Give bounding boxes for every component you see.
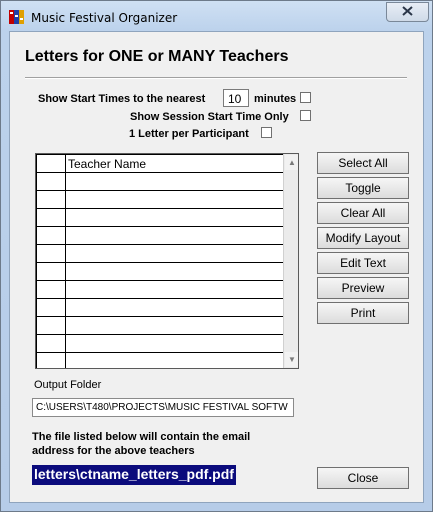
row-selector[interactable] — [36, 298, 66, 317]
teacher-name-cell[interactable] — [65, 298, 285, 317]
one-letter-per-participant-label: 1 Letter per Participant — [129, 128, 249, 140]
start-times-minutes-input[interactable]: 10 — [223, 89, 249, 107]
row-selector[interactable] — [36, 190, 66, 209]
row-selector[interactable] — [36, 226, 66, 245]
output-folder-label: Output Folder — [34, 379, 102, 391]
print-button[interactable]: Print — [317, 302, 409, 324]
output-folder-field[interactable]: C:\USERS\T480\PROJECTS\MUSIC FESTIVAL SO… — [32, 398, 294, 417]
teacher-grid[interactable]: Teacher Name ▲ ▼ — [35, 153, 299, 369]
teacher-name-cell[interactable] — [65, 352, 285, 368]
teacher-name-cell[interactable] — [65, 172, 285, 191]
session-start-only-checkbox[interactable] — [300, 110, 311, 121]
row-selector[interactable] — [36, 208, 66, 227]
title-bar[interactable]: Music Festival Organizer — [1, 1, 432, 31]
row-selector[interactable] — [36, 244, 66, 263]
grid-vertical-scrollbar[interactable]: ▲ ▼ — [283, 154, 298, 368]
start-times-checkbox[interactable] — [300, 92, 311, 103]
select-all-button[interactable]: Select All — [317, 152, 409, 174]
teacher-name-cell[interactable] — [65, 316, 285, 335]
row-selector[interactable] — [36, 262, 66, 281]
table-row[interactable] — [36, 244, 285, 263]
app-icon — [9, 9, 26, 25]
table-row[interactable] — [36, 226, 285, 245]
scroll-up-arrow-icon[interactable]: ▲ — [285, 155, 298, 170]
table-row[interactable] — [36, 208, 285, 227]
teacher-name-cell[interactable] — [65, 244, 285, 263]
table-row[interactable] — [36, 352, 285, 368]
scroll-down-arrow-icon[interactable]: ▼ — [285, 352, 298, 367]
table-row[interactable] — [36, 172, 285, 191]
divider — [25, 77, 407, 79]
teacher-name-cell[interactable] — [65, 226, 285, 245]
toggle-button[interactable]: Toggle — [317, 177, 409, 199]
row-selector[interactable] — [36, 334, 66, 353]
window-title: Music Festival Organizer — [31, 11, 178, 25]
table-header-row: Teacher Name — [36, 154, 285, 173]
row-selector[interactable] — [36, 316, 66, 335]
teacher-name-cell[interactable] — [65, 280, 285, 299]
table-header-select — [36, 154, 66, 173]
row-selector[interactable] — [36, 172, 66, 191]
table-row[interactable] — [36, 262, 285, 281]
teacher-name-cell[interactable] — [65, 208, 285, 227]
close-icon — [402, 5, 413, 19]
page-title: Letters for ONE or MANY Teachers — [25, 48, 289, 65]
table-row[interactable] — [36, 316, 285, 335]
one-letter-per-participant-checkbox[interactable] — [261, 127, 272, 138]
close-button[interactable]: Close — [317, 467, 409, 489]
clear-all-button[interactable]: Clear All — [317, 202, 409, 224]
session-start-only-label: Show Session Start Time Only — [130, 111, 289, 123]
teacher-name-cell[interactable] — [65, 334, 285, 353]
table-row[interactable] — [36, 280, 285, 299]
teacher-table: Teacher Name — [36, 154, 285, 368]
teacher-name-cell[interactable] — [65, 262, 285, 281]
email-output-filename[interactable]: letters\ctname_letters_pdf.pdf — [32, 465, 236, 485]
start-times-label: Show Start Times to the nearest — [38, 93, 206, 105]
app-window: Music Festival Organizer Letters for ONE… — [0, 0, 433, 512]
table-row[interactable] — [36, 334, 285, 353]
window-close-button[interactable] — [386, 2, 429, 22]
table-header-teacher-name[interactable]: Teacher Name — [65, 154, 285, 173]
preview-button[interactable]: Preview — [317, 277, 409, 299]
row-selector[interactable] — [36, 352, 66, 368]
dialog-body: Letters for ONE or MANY Teachers Show St… — [9, 31, 424, 503]
email-info-text: The file listed below will contain the e… — [32, 431, 251, 457]
minutes-label: minutes — [254, 93, 297, 105]
table-row[interactable] — [36, 298, 285, 317]
row-selector[interactable] — [36, 280, 66, 299]
modify-layout-button[interactable]: Modify Layout — [317, 227, 409, 249]
teacher-name-cell[interactable] — [65, 190, 285, 209]
table-row[interactable] — [36, 190, 285, 209]
edit-text-button[interactable]: Edit Text — [317, 252, 409, 274]
